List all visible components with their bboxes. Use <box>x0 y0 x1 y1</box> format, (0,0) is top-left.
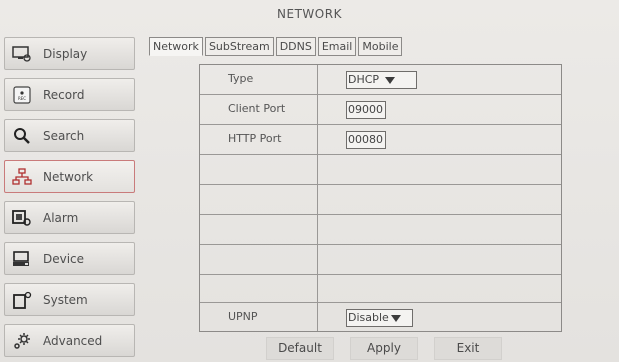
tab-mobile[interactable]: Mobile <box>358 37 403 56</box>
sidebar-item-label: Advanced <box>43 333 103 348</box>
sidebar-item-record[interactable]: REC Record <box>4 78 135 111</box>
table-row: UPNP Disable <box>200 302 561 332</box>
settings-tabs: Network SubStream DDNS Email Mobile <box>149 37 404 56</box>
sidebar-item-label: Display <box>43 46 88 61</box>
default-button[interactable]: Default <box>266 337 334 360</box>
http-port-input[interactable]: 00080 <box>346 131 386 149</box>
display-icon <box>11 43 33 65</box>
sidebar-item-device[interactable]: Device <box>4 242 135 275</box>
sidebar-item-system[interactable]: System <box>4 283 135 316</box>
client-port-label: Client Port <box>228 102 286 115</box>
sidebar-item-label: Search <box>43 128 85 143</box>
table-row: HTTP Port 00080 <box>200 124 561 154</box>
type-label: Type <box>228 72 254 85</box>
system-icon <box>11 289 33 311</box>
network-settings-table: Type DHCP Client Port 09000 HTTP Port 00… <box>199 64 562 332</box>
sidebar-item-label: System <box>43 292 88 307</box>
sidebar-item-display[interactable]: Display <box>4 37 135 70</box>
tab-ddns[interactable]: DDNS <box>275 37 316 56</box>
sidebar-item-search[interactable]: Search <box>4 119 135 152</box>
upnp-label: UPNP <box>228 310 258 323</box>
sidebar-item-label: Network <box>43 169 94 184</box>
http-port-label: HTTP Port <box>228 132 282 145</box>
sidebar-item-label: Alarm <box>43 210 79 225</box>
upnp-value: Disable <box>348 311 389 324</box>
table-row <box>200 184 561 214</box>
tab-substream[interactable]: SubStream <box>204 37 274 56</box>
alarm-icon <box>11 207 33 229</box>
table-row <box>200 274 561 304</box>
type-select[interactable]: DHCP <box>346 71 417 89</box>
table-row: Type DHCP <box>200 65 561 95</box>
upnp-select[interactable]: Disable <box>346 309 413 327</box>
sidebar-item-label: Device <box>43 251 85 266</box>
table-row: Client Port 09000 <box>200 94 561 124</box>
tab-email[interactable]: Email <box>317 37 357 56</box>
sidebar-item-advanced[interactable]: Advanced <box>4 324 135 357</box>
search-icon <box>11 125 33 147</box>
sidebar-item-alarm[interactable]: Alarm <box>4 201 135 234</box>
table-row <box>200 214 561 244</box>
device-icon <box>11 248 33 270</box>
advanced-icon <box>11 330 33 352</box>
apply-button[interactable]: Apply <box>350 337 418 360</box>
svg-text:REC: REC <box>18 96 26 101</box>
client-port-input[interactable]: 09000 <box>346 101 386 119</box>
sidebar-item-label: Record <box>43 87 85 102</box>
page-title: NETWORK <box>277 7 342 21</box>
exit-button[interactable]: Exit <box>434 337 502 360</box>
tab-network[interactable]: Network <box>149 37 203 56</box>
chevron-down-icon <box>390 314 401 322</box>
type-value: DHCP <box>348 73 380 86</box>
record-icon: REC <box>11 84 33 106</box>
network-settings-screen: NETWORK Display REC Record Search Networ… <box>0 0 619 362</box>
chevron-down-icon <box>385 76 396 84</box>
network-icon <box>11 166 33 188</box>
table-row <box>200 244 561 274</box>
sidebar-item-network[interactable]: Network <box>4 160 135 193</box>
table-row <box>200 154 561 184</box>
